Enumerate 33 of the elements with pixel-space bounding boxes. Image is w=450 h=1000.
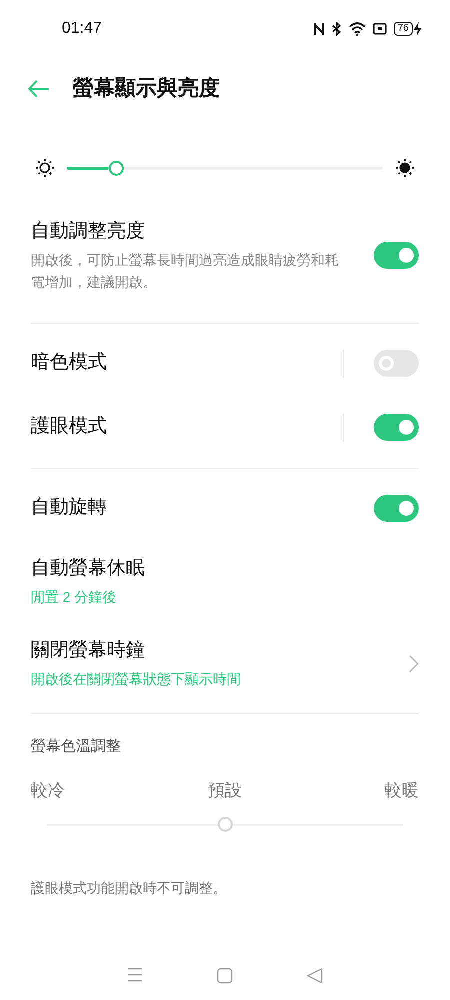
- brightness-slider-thumb[interactable]: [108, 160, 124, 176]
- note-text: 護眼模式功能開啟時不可調整。: [31, 878, 228, 898]
- nfc-icon: [312, 22, 325, 36]
- bluetooth-icon: [332, 22, 342, 36]
- setting-title: 自動調整亮度: [31, 220, 146, 244]
- home-icon[interactable]: [217, 968, 233, 984]
- brightness-slider-fill[interactable]: [67, 166, 109, 170]
- battery-level: 76: [394, 22, 413, 36]
- setting-title: 暗色模式: [31, 351, 107, 376]
- screen-icon: [372, 23, 387, 35]
- temperature-label: 較暖: [385, 780, 419, 802]
- back-icon[interactable]: [307, 968, 323, 984]
- page-title: 螢幕顯示與亮度: [73, 76, 220, 102]
- temperature-label: 較冷: [31, 780, 65, 802]
- setting-description: 開啟後，可防止螢幕長時間過亮造成眼睛疲勞和耗電增加，建議開啟。: [31, 250, 340, 292]
- setting-value: 閒置 2 分鐘後: [31, 588, 118, 608]
- toggle-switch[interactable]: [374, 414, 419, 441]
- setting-title: 自動螢幕休眠: [31, 556, 145, 581]
- menu-icon[interactable]: [127, 968, 143, 982]
- setting-title: 關閉螢幕時鐘: [31, 638, 146, 663]
- sun-outline-icon: [35, 158, 55, 178]
- toggle-switch[interactable]: [374, 495, 419, 522]
- setting-title: 自動旋轉: [31, 496, 107, 520]
- setting-value: 開啟後在關閉螢幕狀態下顯示時間: [31, 670, 241, 690]
- section-header: 螢幕色溫調整: [31, 736, 122, 756]
- status-time: 01:47: [62, 19, 102, 39]
- sun-filled-icon: [395, 158, 415, 178]
- chevron-right-icon: [409, 654, 419, 672]
- toggle-switch[interactable]: [374, 242, 419, 269]
- setting-title: 護眼模式: [31, 415, 107, 440]
- temperature-label: 預設: [208, 780, 242, 802]
- charging-icon: [414, 22, 422, 36]
- wifi-icon: [348, 22, 366, 36]
